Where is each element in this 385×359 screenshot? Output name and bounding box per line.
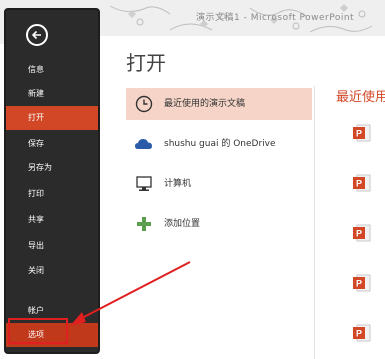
computer-icon	[136, 176, 152, 191]
sidebar-item-print[interactable]: 打印	[6, 182, 98, 206]
svg-text:P: P	[356, 129, 362, 139]
place-label: 计算机	[164, 179, 192, 189]
page-title: 打开	[126, 51, 166, 75]
svg-text:P: P	[356, 179, 362, 189]
sidebar-item-save[interactable]: 保存	[6, 132, 98, 156]
sidebar-item-new[interactable]: 新建	[6, 82, 98, 106]
svg-text:P: P	[356, 279, 362, 289]
back-button[interactable]	[26, 24, 48, 46]
plus-icon	[137, 217, 151, 231]
powerpoint-file-icon[interactable]: P	[352, 123, 372, 143]
powerpoint-file-icon[interactable]: P	[352, 273, 372, 293]
backstage-main: 打开 最近使用的演示文稿 shushu guai 的 OneDrive 计算机 …	[100, 36, 385, 359]
place-label: 添加位置	[164, 219, 201, 229]
powerpoint-file-icon[interactable]: P	[352, 223, 372, 243]
window-title: 演示文稿1 - Microsoft PowerPoint	[196, 13, 355, 23]
annotation-highlight-box	[8, 318, 68, 344]
svg-text:P: P	[356, 329, 362, 339]
sidebar-item-save-as[interactable]: 另存为	[6, 156, 98, 180]
place-onedrive[interactable]: shushu guai 的 OneDrive	[126, 128, 312, 160]
svg-text:P: P	[356, 229, 362, 239]
place-add-location[interactable]: 添加位置	[126, 208, 312, 240]
sidebar-item-export[interactable]: 导出	[6, 234, 98, 258]
back-arrow-icon	[31, 30, 41, 40]
place-recent-presentations[interactable]: 最近使用的演示文稿	[126, 88, 312, 120]
powerpoint-file-icon[interactable]: P	[352, 323, 372, 343]
sidebar-item-share[interactable]: 共享	[6, 208, 98, 232]
cloud-icon	[135, 139, 152, 149]
clock-icon	[135, 95, 153, 113]
sidebar-item-open[interactable]: 打开	[6, 106, 98, 130]
sidebar-item-close[interactable]: 关闭	[6, 259, 98, 283]
backstage-sidebar: 信息 新建 打开 保存 另存为 打印 共享 导出 关闭 帐户 选项	[4, 8, 100, 354]
place-label: 最近使用的演示文稿	[164, 99, 246, 109]
place-computer[interactable]: 计算机	[126, 168, 312, 200]
place-label: shushu guai 的 OneDrive	[164, 139, 276, 149]
powerpoint-file-icon[interactable]: P	[352, 173, 372, 193]
column-divider	[314, 86, 315, 359]
sidebar-item-info[interactable]: 信息	[6, 58, 98, 82]
recent-presentations-heading: 最近使用	[336, 90, 385, 105]
